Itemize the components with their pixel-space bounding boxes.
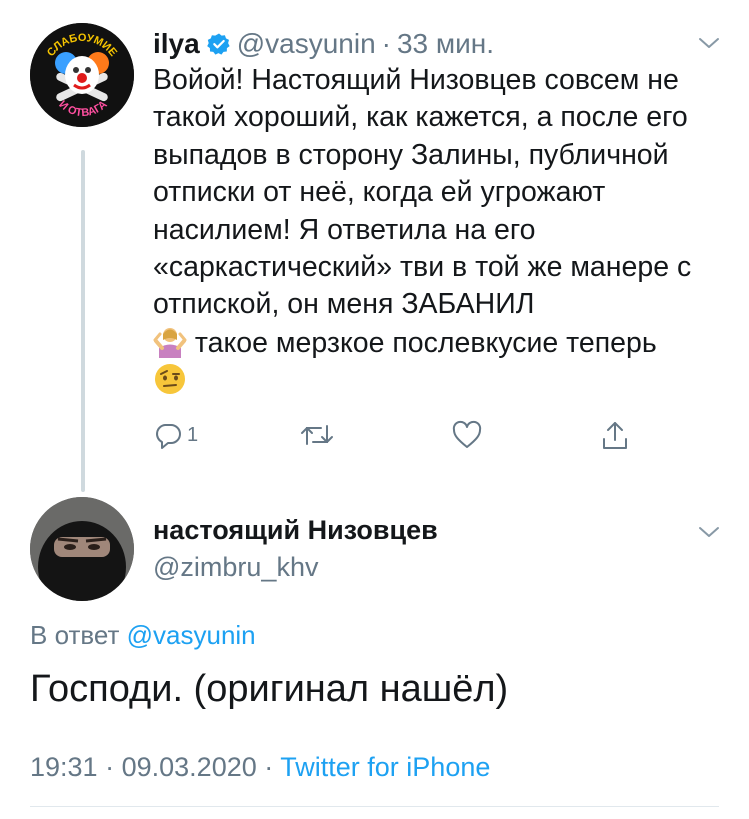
- verified-badge-icon: [206, 33, 230, 55]
- separator-dot: ·: [264, 752, 274, 782]
- reply-to-prefix: В ответ: [30, 620, 120, 650]
- reply-count: 1: [187, 423, 199, 446]
- share-action[interactable]: [600, 420, 630, 452]
- balaclava-avatar-image: [30, 497, 134, 601]
- author-name[interactable]: настоящий Низовцев: [153, 515, 438, 546]
- thread-connector-line: [81, 150, 85, 492]
- reply-action[interactable]: 1: [153, 420, 198, 450]
- divider: [30, 806, 719, 807]
- tweet-text-tail: такое мерзкое послевкусие теперь: [187, 326, 657, 359]
- avatar[interactable]: СЛАБОУМИЕ И ОТВАГА: [30, 23, 134, 127]
- tweet-header: ilya @vasyunin · 33 мин.: [153, 27, 494, 61]
- avatar[interactable]: [30, 497, 134, 601]
- retweet-action[interactable]: [299, 420, 335, 450]
- tweet-text: Войой! Настоящий Низовцев совсем не тако…: [153, 62, 733, 401]
- client-link[interactable]: Twitter for iPhone: [280, 752, 490, 782]
- reply-to-handle-link[interactable]: @vasyunin: [127, 620, 256, 650]
- tweet-timestamp[interactable]: 33 мин.: [397, 28, 494, 60]
- reply-to-line: В ответ @vasyunin: [30, 620, 256, 651]
- tweet-meta: 19:31 · 09.03.2020 · Twitter for iPhone: [30, 752, 490, 783]
- like-action[interactable]: [451, 420, 483, 450]
- tweet-actions-bar: 1: [153, 420, 653, 456]
- author-handle[interactable]: @zimbru_khv: [153, 552, 318, 583]
- clown-avatar-image: СЛАБОУМИЕ И ОТВАГА: [30, 23, 134, 127]
- woman-shrugging-emoji-icon: [153, 327, 187, 358]
- chevron-down-icon[interactable]: [697, 35, 721, 51]
- face-with-raised-eyebrow-emoji-icon: [155, 364, 185, 395]
- share-icon[interactable]: [600, 420, 630, 452]
- author-handle[interactable]: @vasyunin: [237, 28, 376, 60]
- retweet-icon[interactable]: [299, 420, 335, 450]
- like-icon[interactable]: [451, 420, 483, 450]
- separator-dot: ·: [381, 28, 391, 59]
- separator-dot: ·: [105, 752, 115, 782]
- tweet-time[interactable]: 19:31: [30, 752, 98, 782]
- chevron-down-icon[interactable]: [697, 524, 721, 540]
- tweet-text-main: Войой! Настоящий Низовцев совсем не тако…: [153, 64, 692, 321]
- tweet-date[interactable]: 09.03.2020: [122, 752, 257, 782]
- reply-icon[interactable]: [153, 420, 183, 450]
- author-name[interactable]: ilya: [153, 28, 200, 60]
- tweet-text: Господи. (оригинал нашёл): [30, 668, 509, 710]
